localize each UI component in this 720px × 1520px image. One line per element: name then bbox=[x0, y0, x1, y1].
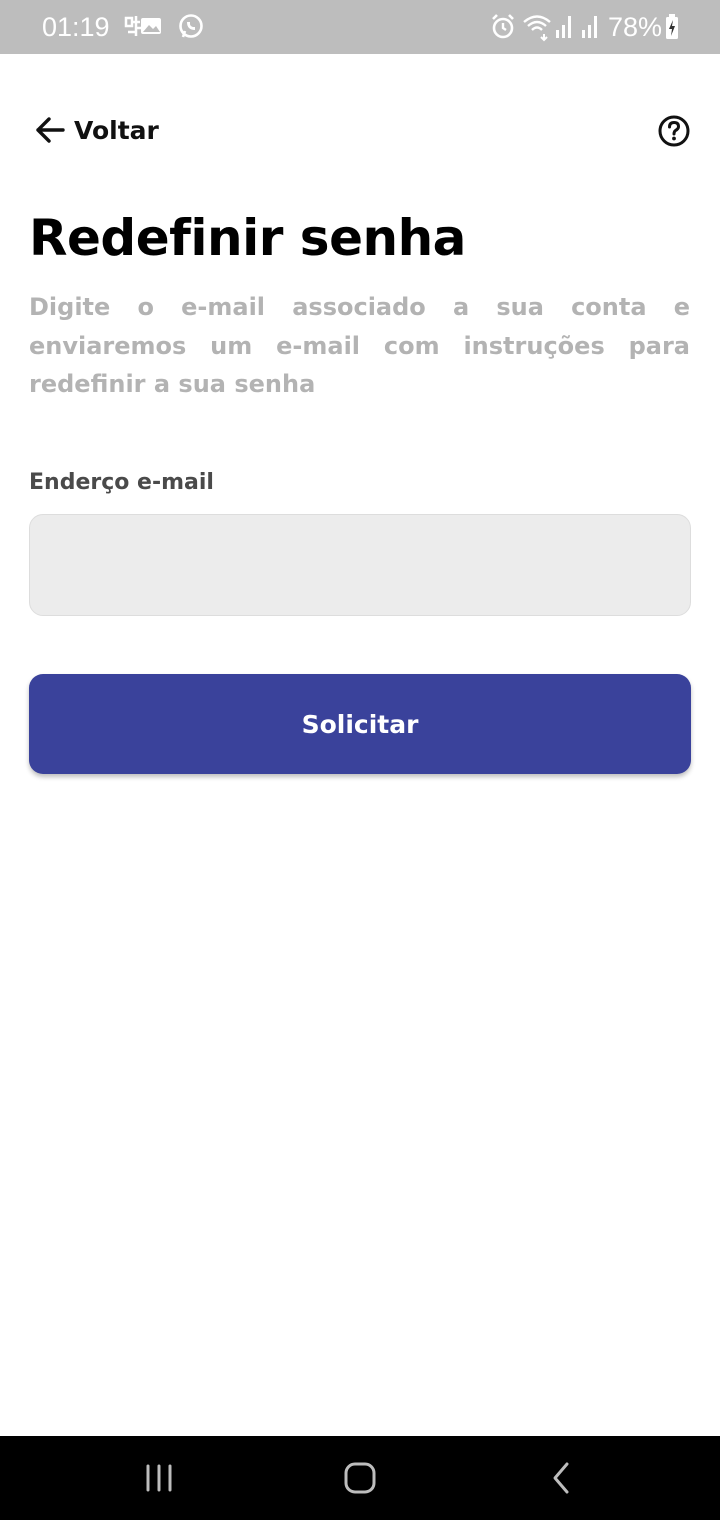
battery-percent: 78% bbox=[608, 12, 663, 42]
status-time: 01:19 bbox=[42, 12, 110, 42]
signal-icon bbox=[556, 16, 571, 38]
screen: 01:19 78% Voltar Redefinir senha Digite … bbox=[0, 0, 720, 1520]
email-field[interactable] bbox=[29, 514, 691, 616]
whatsapp-icon bbox=[179, 14, 203, 38]
home-icon[interactable] bbox=[334, 1452, 386, 1504]
image-icon bbox=[141, 18, 161, 34]
page-title: Redefinir senha bbox=[29, 209, 466, 267]
alarm-icon bbox=[492, 14, 514, 39]
navigation-bar bbox=[0, 1436, 720, 1520]
back-button[interactable]: Voltar bbox=[30, 108, 159, 152]
status-bar: 01:19 78% bbox=[0, 0, 720, 54]
page-description: Digite o e-mail associado a sua conta e … bbox=[29, 293, 690, 398]
question-circle-icon[interactable] bbox=[654, 111, 694, 151]
battery-charging-icon bbox=[666, 14, 678, 39]
signal-icon-2 bbox=[582, 16, 597, 38]
submit-button[interactable]: Solicitar bbox=[29, 674, 691, 774]
back-label: Voltar bbox=[74, 115, 159, 145]
arrow-left-icon bbox=[36, 117, 65, 143]
wifi-icon bbox=[523, 15, 551, 42]
back-nav-icon[interactable] bbox=[536, 1452, 588, 1504]
email-label: Enderço e-mail bbox=[29, 470, 214, 495]
recent-apps-icon[interactable] bbox=[133, 1452, 185, 1504]
